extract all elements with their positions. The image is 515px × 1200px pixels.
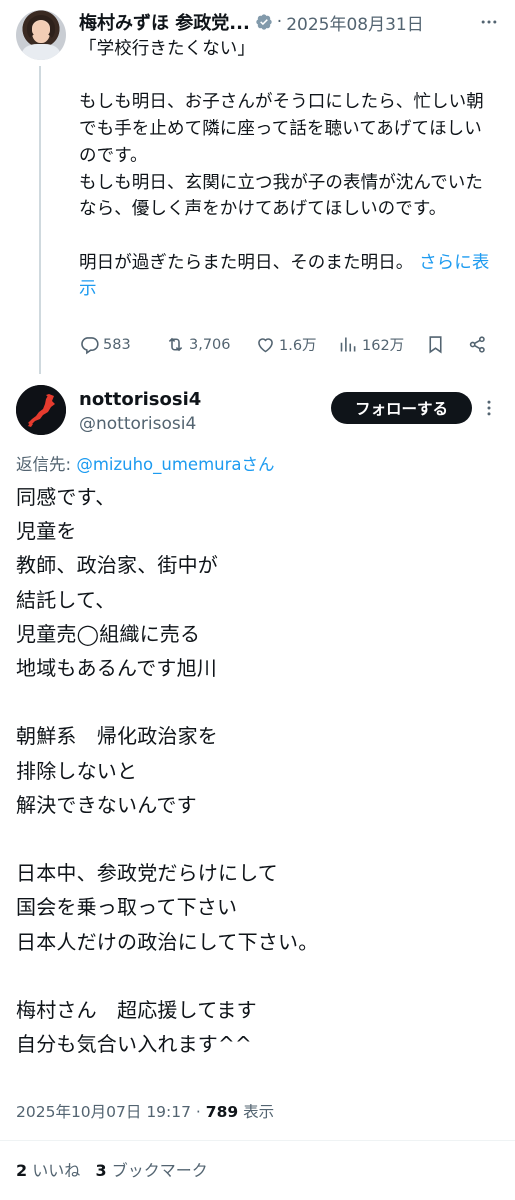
views-button[interactable]: 162万 bbox=[338, 334, 404, 355]
author-name[interactable]: nottorisosi4 bbox=[79, 389, 201, 410]
views-count: 162万 bbox=[362, 338, 405, 354]
japan-map-avatar-image bbox=[16, 385, 66, 435]
avatar[interactable] bbox=[16, 10, 66, 60]
more-icon[interactable] bbox=[479, 398, 499, 418]
tweet-text: 「学校行きたくない」 もしも明日、お子さんがそう口にしたら、忙しい朝でも手を止め… bbox=[79, 39, 484, 273]
reply-to-prefix: 返信先: bbox=[16, 455, 77, 474]
reply-button[interactable]: 583 bbox=[79, 334, 131, 355]
more-icon[interactable] bbox=[479, 12, 499, 32]
views-icon bbox=[340, 337, 356, 352]
tweet-date[interactable]: 2025年08月31日 bbox=[286, 10, 424, 35]
bookmark-icon bbox=[429, 336, 442, 354]
share-button[interactable] bbox=[467, 334, 491, 355]
meta-separator: · bbox=[191, 1103, 206, 1121]
divider bbox=[0, 1140, 515, 1141]
tweet-body: 「学校行きたくない」 もしも明日、お子さんがそう口にしたら、忙しい朝でも手を止め… bbox=[79, 36, 499, 303]
repost-icon bbox=[168, 337, 183, 352]
views-count: 789 bbox=[205, 1103, 239, 1121]
bookmark-button[interactable] bbox=[425, 334, 449, 355]
replying-to: 返信先: @mizuho_umemuraさん bbox=[16, 451, 275, 475]
reply-count: 583 bbox=[103, 336, 131, 353]
tweet-header: 梅村みずほ 参政党... · 2025年08月31日 bbox=[79, 9, 424, 35]
bookmarks-count[interactable]: 3 bbox=[96, 1161, 107, 1180]
share-icon bbox=[469, 336, 485, 353]
engagement-stats: 2 いいね 3 ブックマーク bbox=[16, 1157, 208, 1181]
author-name[interactable]: 梅村みずほ 参政党... bbox=[79, 9, 250, 35]
likes-label[interactable]: いいね bbox=[27, 1161, 80, 1180]
reply-to-handle[interactable]: @mizuho_umemura bbox=[76, 455, 241, 474]
thread-connector-line bbox=[39, 66, 41, 374]
like-button[interactable]: 1.6万 bbox=[255, 334, 317, 355]
repost-count: 3,706 bbox=[189, 336, 231, 353]
author-handle[interactable]: @nottorisosi4 bbox=[79, 414, 196, 434]
like-icon bbox=[258, 338, 273, 353]
tweet-actions: 583 3,706 1.6万 162万 bbox=[79, 334, 499, 360]
reply-body: 同感です、 児童を 教師、政治家、街中が 結託して、 児童売◯組織に売る 地域も… bbox=[16, 485, 319, 1057]
avatar[interactable] bbox=[16, 385, 66, 435]
avatar-shirt bbox=[22, 44, 60, 60]
bookmarks-label[interactable]: ブックマーク bbox=[107, 1161, 208, 1180]
verified-badge-icon bbox=[256, 14, 272, 30]
follow-button[interactable]: フォローする bbox=[331, 392, 472, 424]
tweet-meta: 2025年10月07日 19:17 · 789 表示 bbox=[16, 1100, 274, 1122]
tweet-timestamp[interactable]: 2025年10月07日 19:17 bbox=[16, 1103, 191, 1121]
likes-count[interactable]: 2 bbox=[16, 1161, 27, 1180]
views-label: 表示 bbox=[238, 1103, 275, 1121]
avatar-hair bbox=[27, 15, 55, 41]
like-count: 1.6万 bbox=[279, 338, 317, 354]
reply-icon bbox=[81, 337, 99, 355]
repost-button[interactable]: 3,706 bbox=[165, 334, 231, 355]
reply-to-suffix: さん bbox=[241, 455, 275, 474]
header-separator: · bbox=[276, 12, 283, 32]
